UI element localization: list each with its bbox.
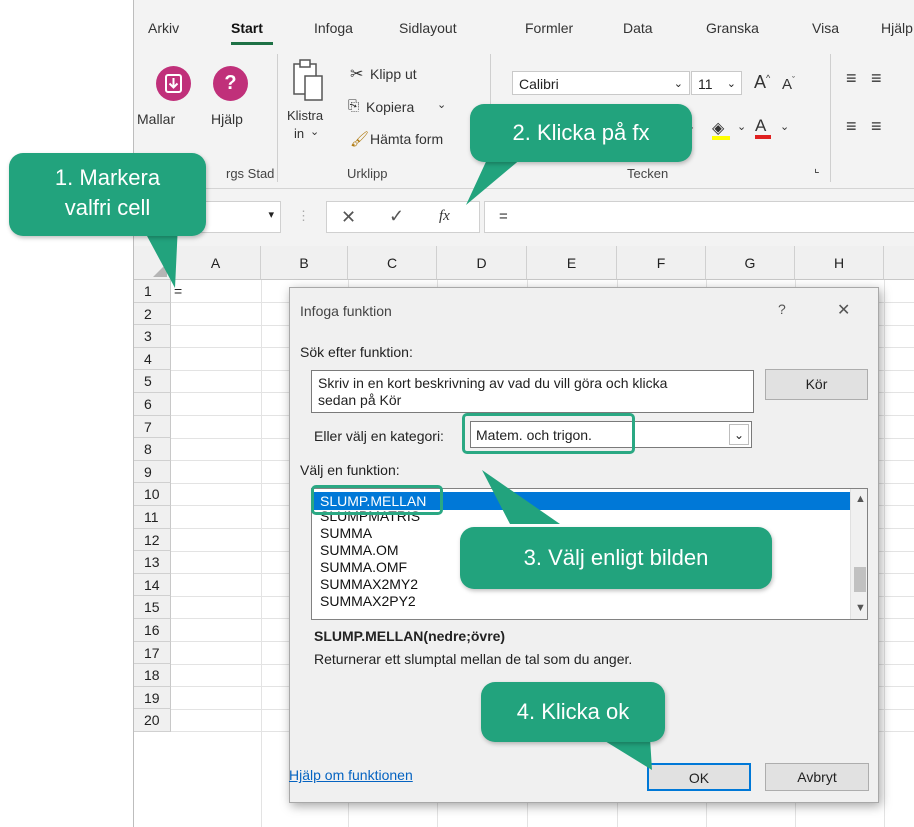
callout-pointer-4 bbox=[600, 738, 652, 770]
callout-step-2: 2. Klicka på fx bbox=[470, 104, 692, 162]
callout-step-4: 4. Klicka ok bbox=[481, 682, 665, 742]
callout-step-1-line-1: 1. Markera bbox=[54, 165, 161, 190]
callout-step-1: 1. Markera valfri cell bbox=[9, 153, 206, 236]
callout-step-3: 3. Välj enligt bilden bbox=[460, 527, 772, 589]
callout-step-1-line-2: valfri cell bbox=[64, 195, 151, 220]
callout-pointers bbox=[140, 153, 652, 770]
callout-pointer-3 bbox=[482, 470, 560, 524]
